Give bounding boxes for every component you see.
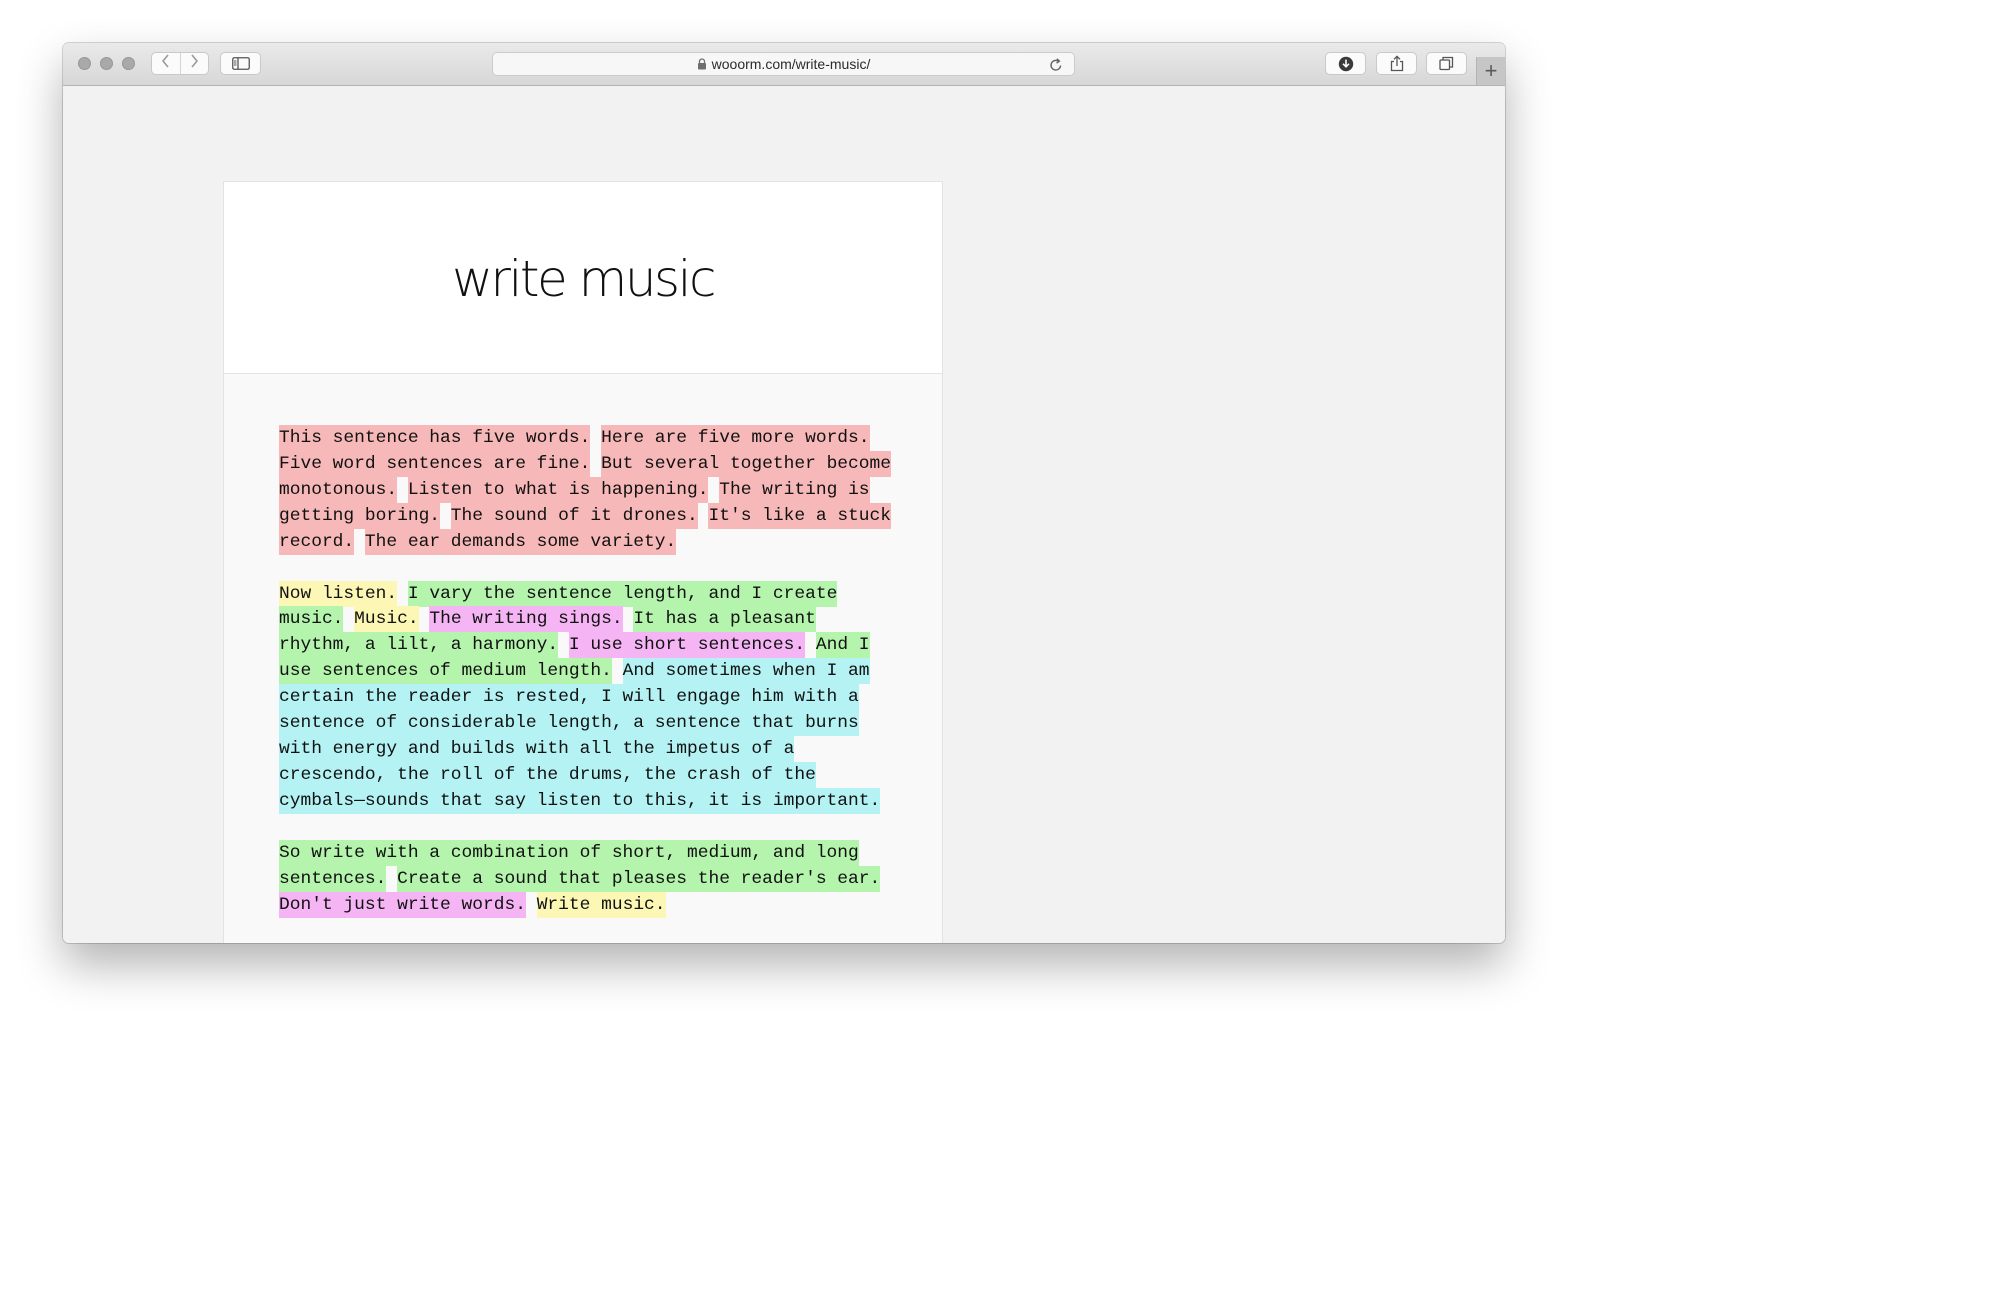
lock-icon [697, 58, 707, 70]
paragraph: So write with a combination of short, me… [279, 839, 894, 919]
tabs-overview-button[interactable] [1426, 52, 1467, 75]
sentence-highlight-medium: Create a sound that pleases the reader's… [397, 865, 881, 892]
sentence-highlight-very-short: I use short sentences. [568, 632, 806, 659]
chevron-right-icon [189, 54, 199, 73]
sentence-highlight-short: Music. [354, 606, 419, 633]
sentence-highlight-five: This sentence has five words. [279, 425, 591, 451]
url-text: wooorm.com/write-music/ [711, 56, 871, 72]
sidebar-button[interactable] [220, 52, 261, 75]
sentence-highlight-five: The ear demands some variety. [364, 528, 677, 555]
sentence-highlight-five: The sound of it drones. [450, 502, 698, 529]
sentence-highlight-very-short: The writing sings. [429, 606, 623, 633]
editor-text[interactable]: This sentence has five words. Here are f… [279, 425, 894, 943]
plus-icon: + [1484, 58, 1498, 83]
share-icon [1390, 55, 1404, 72]
back-button[interactable] [152, 53, 180, 74]
address-bar[interactable]: wooorm.com/write-music/ [492, 52, 1075, 76]
sentence-highlight-very-short: Don't just write words. [279, 891, 526, 918]
sidebar-icon [231, 57, 250, 70]
share-button[interactable] [1376, 52, 1417, 75]
window-zoom-button[interactable] [122, 57, 135, 70]
reload-icon[interactable] [1049, 57, 1063, 77]
sentence-highlight-short: Now listen. [279, 580, 398, 607]
forward-button[interactable] [179, 53, 209, 74]
browser-toolbar: wooorm.com/write-music/ + [63, 43, 1505, 86]
paragraph: Now listen. I vary the sentence length, … [279, 580, 894, 815]
sentence-highlight-short: Write music. [536, 891, 666, 918]
page-header: write music [224, 182, 942, 374]
window-minimize-button[interactable] [100, 57, 113, 70]
sentence-highlight-five: Five word sentences are fine. [279, 450, 591, 477]
download-icon [1338, 56, 1354, 72]
downloads-button[interactable] [1325, 52, 1366, 75]
paragraph: This sentence has five words. Here are f… [279, 425, 894, 556]
sentence-highlight-five: Here are five more words. [601, 425, 870, 451]
content-card: write music This sentence has five words… [223, 181, 943, 943]
tabs-overview-icon [1439, 56, 1454, 71]
browser-window: wooorm.com/write-music/ + write music Th… [63, 43, 1505, 943]
sentence-highlight-five: Listen to what is happening. [407, 476, 709, 503]
page-title: write music [452, 249, 716, 308]
chevron-left-icon [161, 54, 171, 73]
history-navigation [151, 52, 209, 75]
window-close-button[interactable] [78, 57, 91, 70]
page-viewport: write music This sentence has five words… [63, 86, 1505, 943]
new-tab-button[interactable]: + [1476, 57, 1505, 85]
